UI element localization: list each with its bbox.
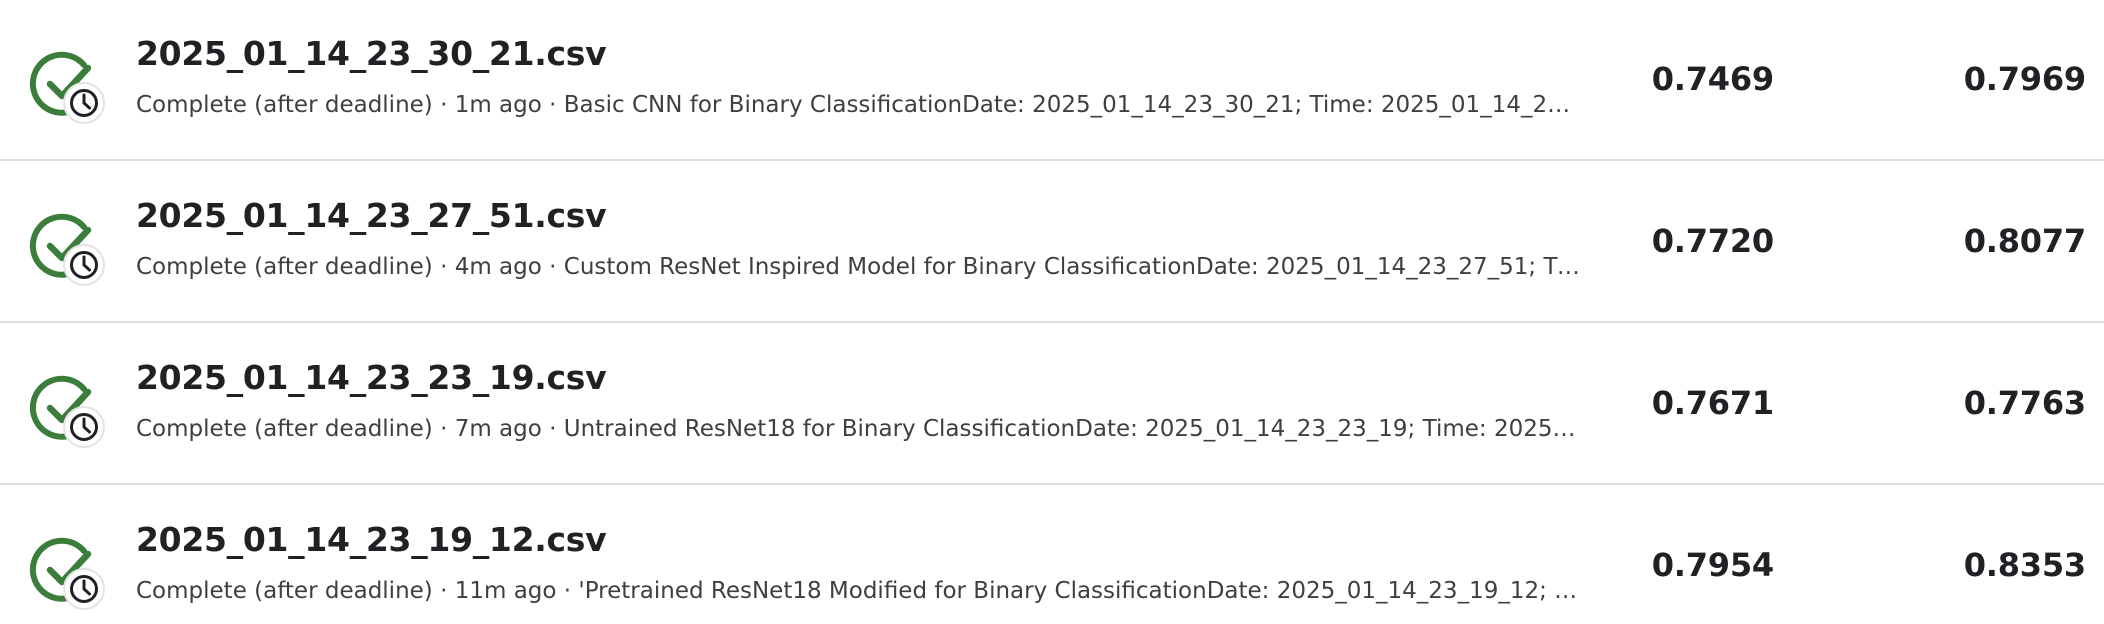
submission-meta: Complete (after deadline) · 1m ago · Bas… bbox=[136, 92, 1582, 118]
complete-late-status-icon bbox=[26, 207, 110, 291]
submission-filename[interactable]: 2025_01_14_23_19_12.csv bbox=[136, 520, 607, 559]
submission-filename[interactable]: 2025_01_14_23_27_51.csv bbox=[136, 196, 607, 235]
submission-row[interactable]: 2025_01_14_23_30_21.csv Complete (after … bbox=[0, 0, 2104, 161]
submission-row[interactable]: 2025_01_14_23_27_51.csv Complete (after … bbox=[0, 162, 2104, 323]
submission-meta: Complete (after deadline) · 4m ago · Cus… bbox=[136, 254, 1582, 280]
private-score: 0.7954 bbox=[1651, 546, 1774, 584]
submissions-list: 2025_01_14_23_30_21.csv Complete (after … bbox=[0, 0, 2104, 624]
complete-late-status-icon bbox=[26, 369, 110, 453]
complete-late-status-icon bbox=[26, 531, 110, 615]
public-score: 0.8077 bbox=[1963, 222, 2086, 260]
public-score: 0.8353 bbox=[1963, 546, 2086, 584]
public-score: 0.7763 bbox=[1963, 384, 2086, 422]
complete-late-status-icon bbox=[26, 45, 110, 129]
submission-meta: Complete (after deadline) · 11m ago · 'P… bbox=[136, 578, 1582, 604]
submission-filename[interactable]: 2025_01_14_23_30_21.csv bbox=[136, 34, 607, 73]
submission-row[interactable]: 2025_01_14_23_19_12.csv Complete (after … bbox=[0, 486, 2104, 624]
private-score: 0.7671 bbox=[1651, 384, 1774, 422]
private-score: 0.7720 bbox=[1651, 222, 1774, 260]
submission-filename[interactable]: 2025_01_14_23_23_19.csv bbox=[136, 358, 607, 397]
public-score: 0.7969 bbox=[1963, 60, 2086, 98]
private-score: 0.7469 bbox=[1651, 60, 1774, 98]
submission-meta: Complete (after deadline) · 7m ago · Unt… bbox=[136, 416, 1582, 442]
submission-row[interactable]: 2025_01_14_23_23_19.csv Complete (after … bbox=[0, 324, 2104, 485]
